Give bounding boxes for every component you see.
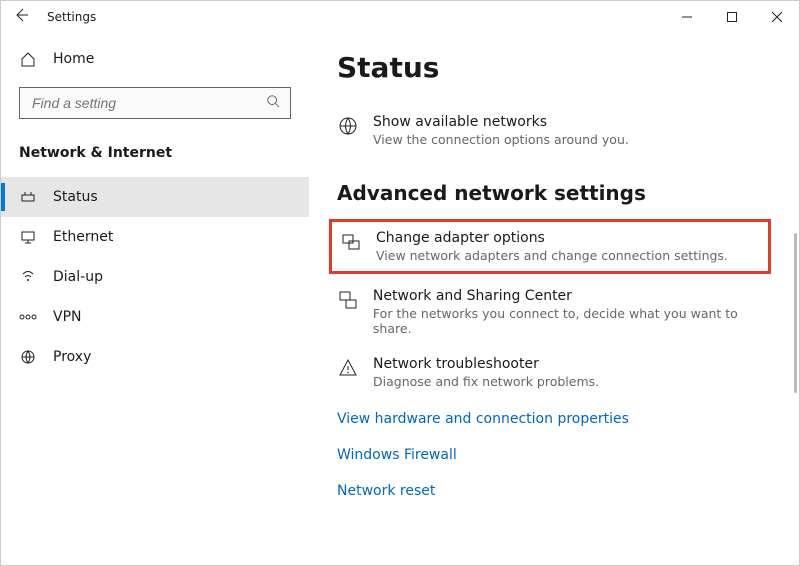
proxy-icon bbox=[19, 349, 37, 365]
dialup-icon bbox=[19, 269, 37, 285]
sidebar-item-status[interactable]: Status bbox=[1, 177, 309, 217]
option-desc: Diagnose and fix network problems. bbox=[373, 374, 599, 389]
option-title: Network troubleshooter bbox=[373, 356, 599, 372]
option-title: Network and Sharing Center bbox=[373, 288, 779, 304]
vpn-icon bbox=[19, 311, 37, 323]
sidebar-item-label: Dial-up bbox=[53, 269, 103, 285]
sidebar-home-label: Home bbox=[53, 51, 94, 67]
warning-icon bbox=[337, 356, 359, 378]
sharing-icon bbox=[337, 288, 359, 310]
close-button[interactable] bbox=[754, 1, 799, 33]
main-content: Status Show available networks View the … bbox=[309, 33, 799, 565]
search-icon bbox=[266, 94, 280, 112]
ethernet-icon bbox=[19, 229, 37, 245]
back-arrow-icon[interactable] bbox=[13, 7, 29, 27]
highlight-box: Change adapter options View network adap… bbox=[329, 219, 771, 274]
window-title: Settings bbox=[47, 10, 96, 24]
sidebar: Home Network & Internet Status Ethernet bbox=[1, 33, 309, 565]
sidebar-item-proxy[interactable]: Proxy bbox=[1, 337, 309, 377]
sidebar-item-label: Status bbox=[53, 189, 98, 205]
link-network-reset[interactable]: Network reset bbox=[337, 473, 779, 509]
sidebar-item-vpn[interactable]: VPN bbox=[1, 297, 309, 337]
option-title: Show available networks bbox=[373, 114, 629, 130]
maximize-button[interactable] bbox=[709, 1, 754, 33]
sidebar-item-label: VPN bbox=[53, 309, 82, 325]
search-input[interactable] bbox=[30, 94, 266, 112]
search-box[interactable] bbox=[19, 87, 291, 119]
sidebar-home[interactable]: Home bbox=[1, 43, 309, 75]
sidebar-item-dialup[interactable]: Dial-up bbox=[1, 257, 309, 297]
option-title: Change adapter options bbox=[376, 230, 728, 246]
sidebar-category: Network & Internet bbox=[1, 133, 309, 177]
link-hardware-properties[interactable]: View hardware and connection properties bbox=[337, 401, 779, 437]
section-heading-advanced: Advanced network settings bbox=[337, 181, 779, 205]
option-desc: View network adapters and change connect… bbox=[376, 248, 728, 263]
minimize-button[interactable] bbox=[664, 1, 709, 33]
scrollbar-thumb[interactable] bbox=[794, 233, 797, 393]
sidebar-item-ethernet[interactable]: Ethernet bbox=[1, 217, 309, 257]
status-icon bbox=[19, 189, 37, 205]
link-windows-firewall[interactable]: Windows Firewall bbox=[337, 437, 779, 473]
sidebar-item-label: Proxy bbox=[53, 349, 91, 365]
titlebar: Settings bbox=[1, 1, 799, 33]
option-desc: For the networks you connect to, decide … bbox=[373, 306, 779, 336]
globe-icon bbox=[337, 114, 359, 136]
option-desc: View the connection options around you. bbox=[373, 132, 629, 147]
option-troubleshooter[interactable]: Network troubleshooter Diagnose and fix … bbox=[337, 348, 779, 401]
option-sharing-center[interactable]: Network and Sharing Center For the netwo… bbox=[337, 280, 779, 348]
option-show-networks[interactable]: Show available networks View the connect… bbox=[337, 106, 779, 159]
adapter-icon bbox=[340, 230, 362, 252]
home-icon bbox=[19, 51, 37, 67]
option-change-adapter[interactable]: Change adapter options View network adap… bbox=[340, 230, 760, 263]
page-title: Status bbox=[337, 51, 779, 84]
sidebar-item-label: Ethernet bbox=[53, 229, 113, 245]
